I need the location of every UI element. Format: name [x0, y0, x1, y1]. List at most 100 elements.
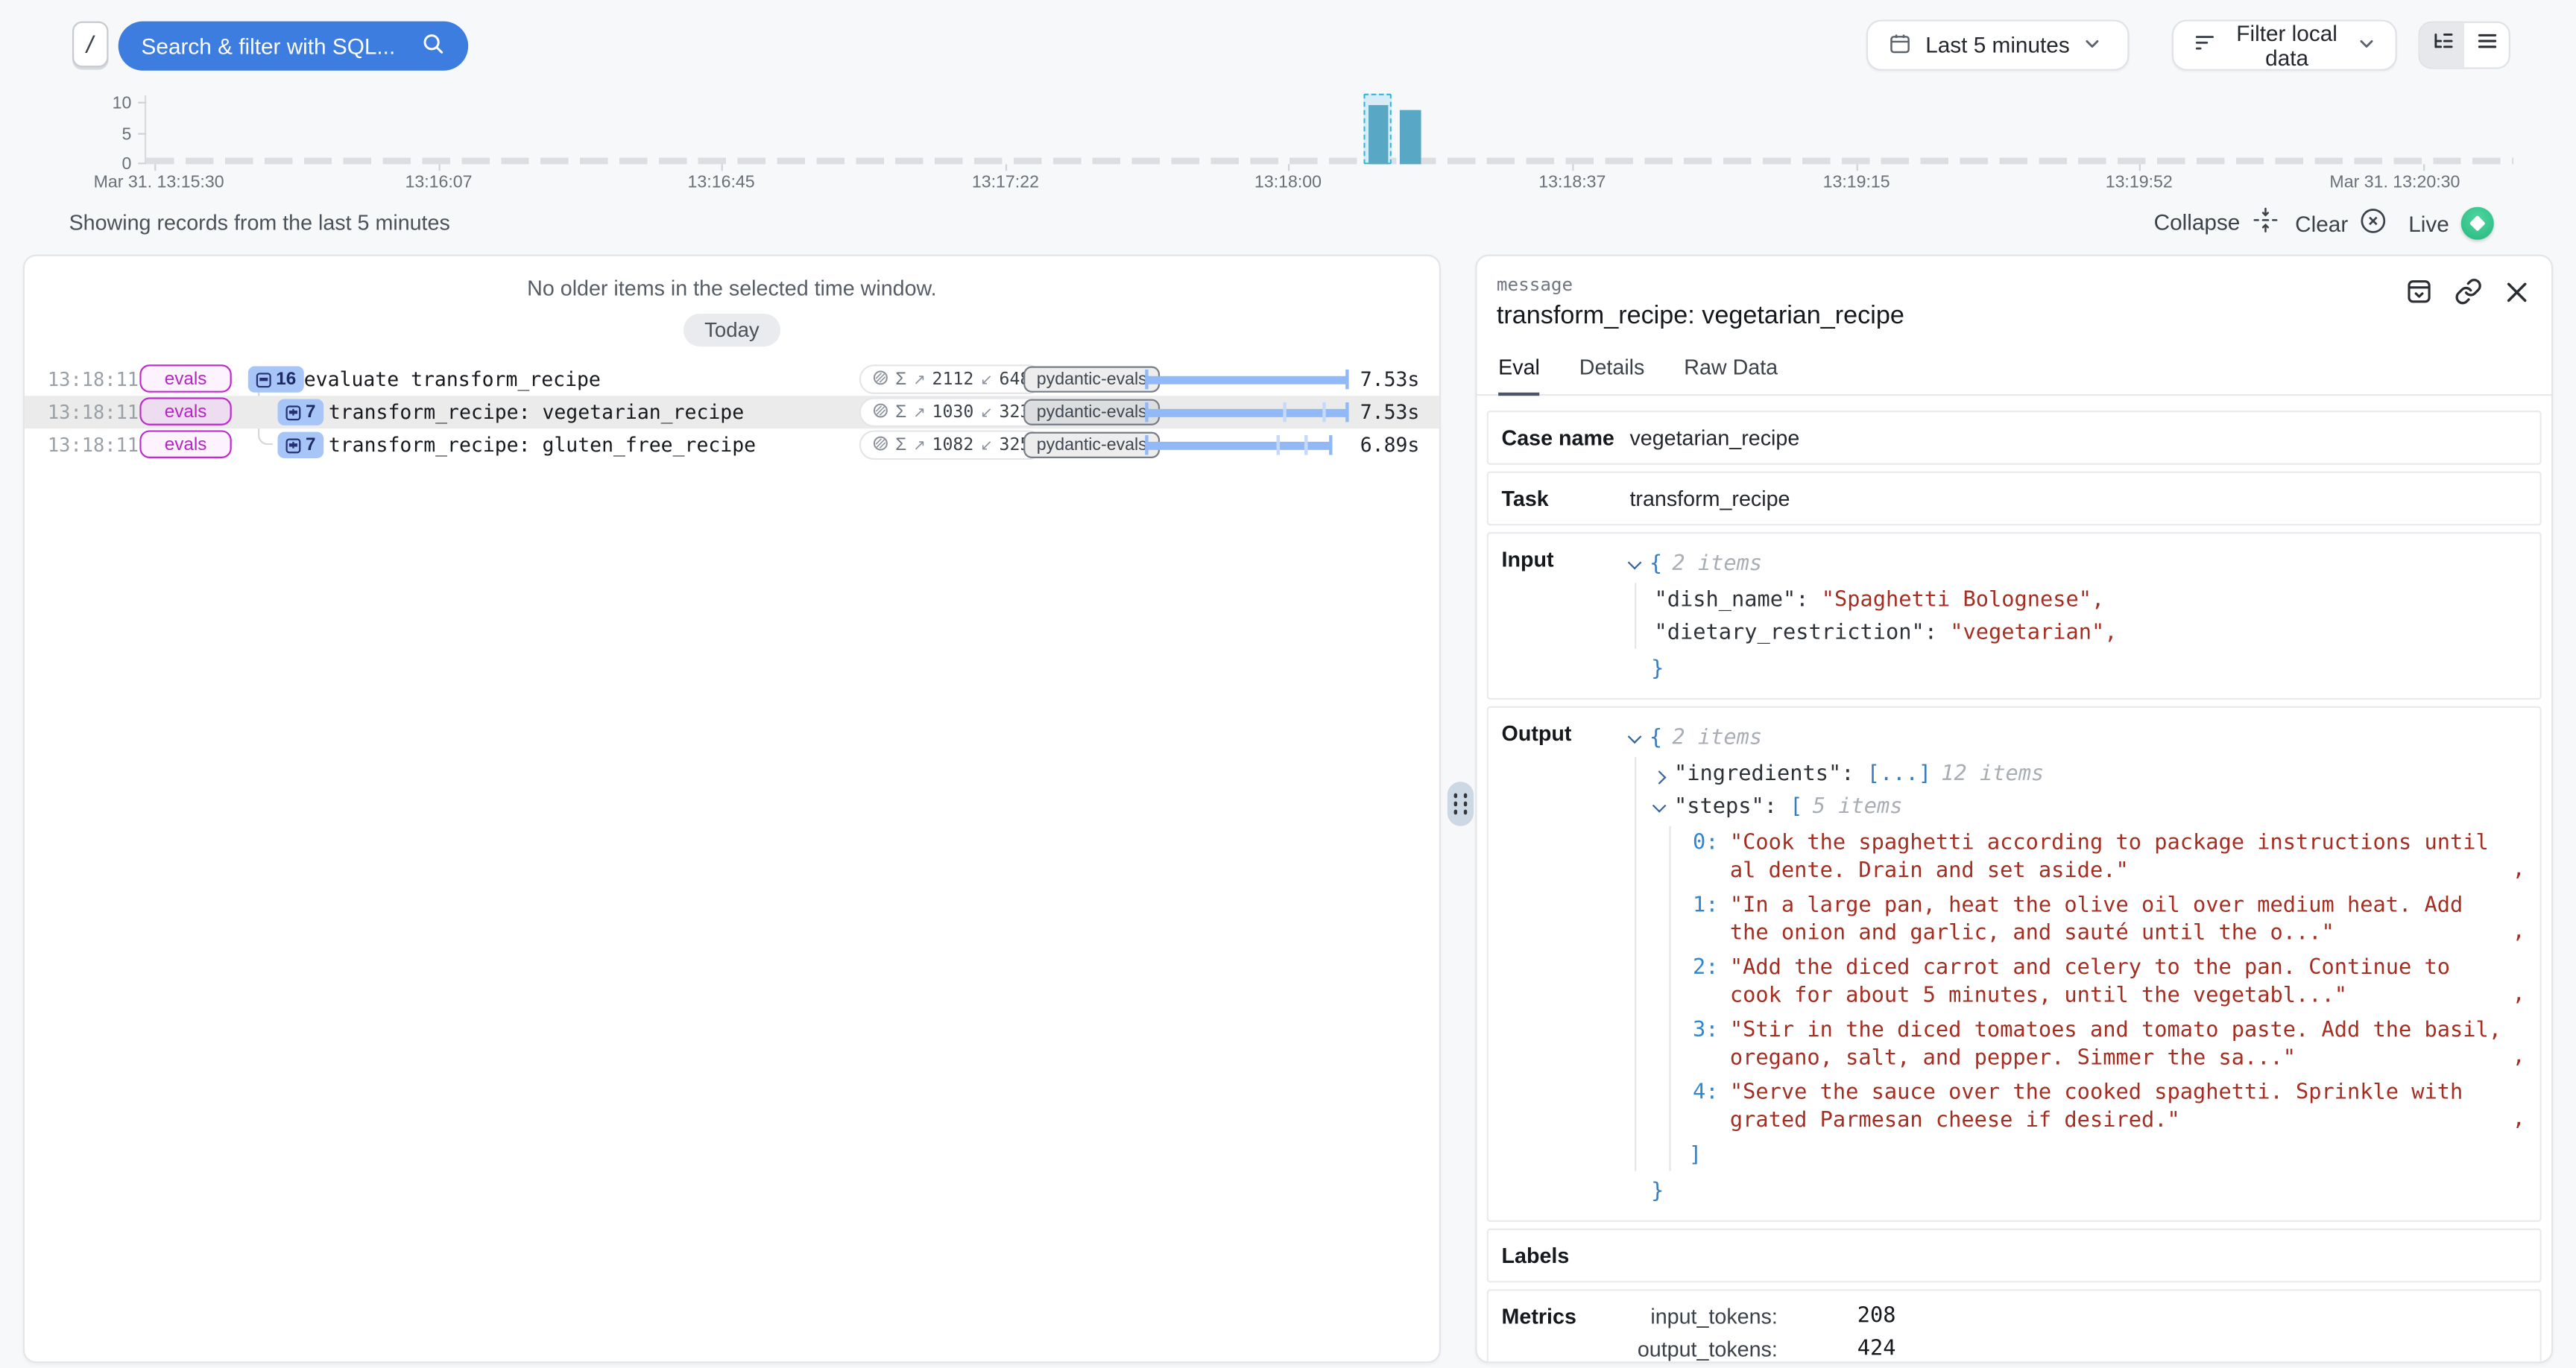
- arrow-up-right-icon: ↗: [913, 370, 926, 388]
- expand-node-icon[interactable]: [1652, 770, 1667, 784]
- live-label: Live: [2408, 211, 2449, 235]
- field-label: Output: [1489, 721, 1630, 1207]
- collapse-node-icon[interactable]: [1628, 555, 1642, 569]
- app-window: / Search & filter with SQL... Last 5 min…: [0, 0, 2576, 1368]
- y-tick-10: 10: [95, 94, 131, 113]
- sigma-icon: Σ: [895, 402, 906, 422]
- span-name[interactable]: transform_recipe: vegetarian_recipe: [329, 401, 744, 424]
- token-metrics-pill: Σ ↗ 2112 ↙ 648: [859, 364, 1044, 394]
- chevron-down-icon: [2358, 33, 2375, 57]
- step-text: "Stir in the diced tomatoes and tomato p…: [1730, 1016, 2507, 1072]
- filter-local-data-dropdown[interactable]: Filter local data: [2172, 19, 2397, 70]
- package-badge[interactable]: pydantic-evals: [1023, 367, 1160, 393]
- sigma-icon: Σ: [895, 435, 906, 455]
- collapsed-array[interactable]: [...]: [1867, 761, 1931, 786]
- span-name[interactable]: evaluate transform_recipe: [304, 368, 601, 391]
- search-placeholder: Search & filter with SQL...: [142, 34, 405, 58]
- input-token-count: 1082: [932, 435, 974, 455]
- step-text: "Add the diced carrot and celery to the …: [1730, 954, 2507, 1010]
- x-tick-mark: [438, 164, 440, 171]
- package-badge[interactable]: pydantic-evals: [1023, 432, 1160, 458]
- close-icon[interactable]: [2504, 279, 2530, 305]
- expand-span-pill[interactable]: 7: [277, 399, 323, 425]
- collapse-span-pill[interactable]: 16: [248, 367, 304, 393]
- trailing-comma: ,: [2512, 1105, 2525, 1133]
- span-name[interactable]: transform_recipe: gluten_free_recipe: [329, 434, 756, 457]
- day-divider[interactable]: Today: [683, 314, 780, 346]
- tree-view-toggle[interactable]: [2420, 23, 2465, 68]
- trace-row[interactable]: 13:18:11 evals 7 transform_recipe: glute…: [25, 428, 1439, 461]
- search-button[interactable]: Search & filter with SQL...: [119, 22, 468, 71]
- json-key: "dietary_restriction":: [1655, 620, 1938, 645]
- collapse-button[interactable]: Collapse: [2154, 207, 2278, 238]
- span-kind-label: message: [1497, 274, 2528, 296]
- x-tick-label: 13:16:45: [688, 172, 755, 191]
- sigma-icon: Σ: [895, 370, 906, 389]
- package-badge[interactable]: pydantic-evals: [1023, 399, 1160, 425]
- json-array-item: 0: "Cook the spaghetti according to pack…: [1689, 826, 2530, 889]
- y-tick-mark: [138, 102, 146, 104]
- trailing-comma: ,: [2512, 1043, 2525, 1071]
- tab-raw-data[interactable]: Raw Data: [1684, 355, 1778, 394]
- child-count: 7: [306, 402, 316, 422]
- list-view-toggle[interactable]: [2464, 23, 2509, 68]
- calendar-icon: [1888, 31, 1913, 60]
- metrics-row: Metrics input_tokens:208 output_tokens:4…: [1487, 1289, 2542, 1363]
- y-axis-line: [145, 95, 146, 165]
- duration-text: 7.53s: [1321, 401, 1419, 424]
- json-key: "steps":: [1674, 794, 1777, 819]
- task-row: Task transform_recipe: [1487, 472, 2542, 526]
- minus-box-icon: [256, 372, 271, 387]
- service-badge[interactable]: evals: [139, 430, 231, 457]
- collapse-icon: [2252, 207, 2278, 238]
- timeline-histogram[interactable]: 10 5 0 Mar 31. 13:15:30 13:16:07 13:16:4…: [0, 86, 2576, 197]
- expand-span-pill[interactable]: 7: [277, 432, 323, 458]
- time-range-label: Last 5 minutes: [1925, 33, 2070, 57]
- field-label: Labels: [1489, 1244, 1630, 1268]
- coin-icon: [872, 434, 888, 457]
- x-tick-label: 13:18:37: [1538, 172, 1606, 191]
- histogram-bar[interactable]: [1400, 110, 1421, 165]
- output-row: Output {2 items "ingredients": [...]12 i…: [1487, 706, 2542, 1222]
- panel-resize-handle[interactable]: [1448, 782, 1474, 826]
- clear-label: Clear: [2295, 211, 2348, 235]
- live-toggle[interactable]: Live: [2408, 207, 2493, 240]
- trace-row-selected[interactable]: 13:18:11 evals 7 transform_recipe: veget…: [25, 396, 1439, 428]
- filter-icon: [2193, 31, 2216, 59]
- metrics-value: input_tokens:208 output_tokens:424 reque…: [1629, 1304, 2539, 1363]
- row-timestamp: 13:18:11: [48, 434, 139, 457]
- service-badge[interactable]: evals: [139, 397, 231, 425]
- json-value: "Spaghetti Bolognese",: [1822, 587, 2105, 612]
- row-timestamp: 13:18:11: [48, 368, 139, 391]
- case-name-row: Case name vegetarian_recipe: [1487, 411, 2542, 465]
- coin-icon: [872, 368, 888, 391]
- collapse-label: Collapse: [2154, 210, 2241, 235]
- tab-details[interactable]: Details: [1579, 355, 1645, 394]
- child-count: 16: [276, 370, 296, 389]
- step-text: "Cook the spaghetti according to package…: [1730, 829, 2507, 885]
- time-range-dropdown[interactable]: Last 5 minutes: [1866, 19, 2130, 70]
- service-badge[interactable]: evals: [139, 364, 231, 392]
- token-metrics-pill: Σ ↗ 1082 ↙ 325: [859, 430, 1044, 460]
- tree-view-icon: [2431, 30, 2454, 61]
- metric-name: input_tokens:: [1629, 1304, 1777, 1329]
- histogram-bar[interactable]: [1368, 105, 1387, 164]
- collapse-node-icon[interactable]: [1652, 798, 1667, 812]
- span-details-panel: message transform_recipe: vegetarian_rec…: [1475, 255, 2553, 1364]
- output-json-viewer[interactable]: {2 items "ingredients": [...]12 items "s…: [1629, 721, 2539, 1207]
- trace-row[interactable]: 13:18:11 evals 16 evaluate transform_rec…: [25, 363, 1439, 396]
- copy-link-icon[interactable]: [2455, 277, 2482, 305]
- task-value: transform_recipe: [1629, 486, 2539, 510]
- array-close-bracket: ]: [1689, 1142, 1702, 1167]
- trailing-comma: ,: [2512, 981, 2525, 1008]
- collapse-node-icon[interactable]: [1628, 729, 1642, 743]
- plus-box-icon: [286, 405, 301, 419]
- labels-value: [1629, 1244, 2539, 1268]
- case-name-value: vegetarian_recipe: [1629, 425, 2539, 450]
- tab-eval[interactable]: Eval: [1498, 355, 1540, 396]
- trailing-comma: ,: [2512, 918, 2525, 946]
- input-json-viewer[interactable]: {2 items "dish_name": "Spaghetti Bologne…: [1629, 547, 2539, 685]
- arrow-down-left-icon: ↙: [980, 403, 993, 421]
- clear-button[interactable]: Clear: [2295, 207, 2387, 240]
- dock-panel-icon[interactable]: [2405, 277, 2433, 305]
